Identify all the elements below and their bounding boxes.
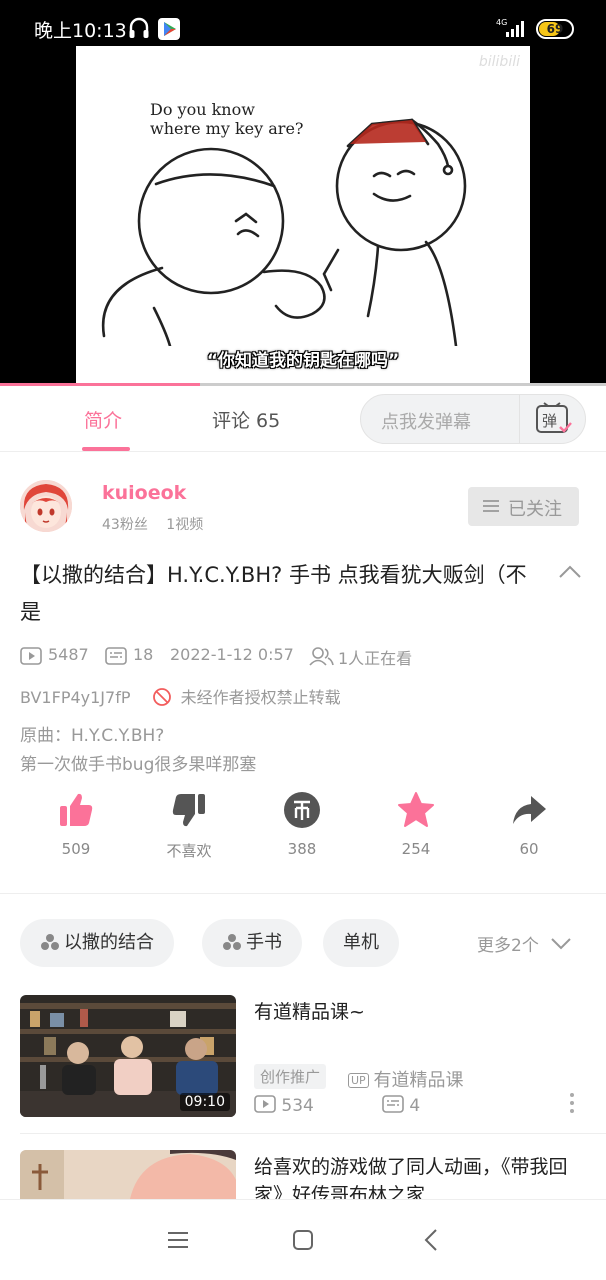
video-title: 【以撒的结合】H.Y.C.Y.BH? 手书 点我看犹大贩剑（不是 xyxy=(20,563,527,624)
menu-lines-icon xyxy=(483,500,499,512)
play-count-icon xyxy=(254,1095,276,1113)
more-tags-button[interactable]: 更多2个 xyxy=(477,931,572,956)
video-description: 原曲：H.Y.C.Y.BH? 第一次做手书bug很多果咩那塞 xyxy=(20,722,256,780)
thumbs-up-icon xyxy=(60,793,93,826)
thumbs-down-icon xyxy=(172,794,205,827)
up-name: 有道精品课 xyxy=(373,1070,464,1091)
battery-text: 69 xyxy=(546,22,564,36)
share-button[interactable]: 60 xyxy=(484,790,574,862)
bvid-row: BV1FP4y1J7fP 未经作者授权禁止转载 xyxy=(20,684,341,708)
no-repost-icon xyxy=(152,688,171,706)
related-video-title[interactable]: 给喜欢的游戏做了同人动画，《带我回家》好传哥布林之家 xyxy=(254,1153,594,1199)
tag-label: 单机 xyxy=(343,932,379,953)
tag-chip[interactable]: 以撒的结合 xyxy=(20,919,174,967)
tab-intro[interactable]: 简介 xyxy=(84,406,122,433)
danmaku-icon: 弹 xyxy=(536,402,572,433)
like-button[interactable]: 509 xyxy=(31,790,121,862)
coin-icon xyxy=(284,792,320,828)
related-video-title[interactable]: 有道精品课~ xyxy=(254,998,594,1026)
tag-cluster-icon xyxy=(223,934,241,950)
promo-badge: 创作推广 xyxy=(254,1064,327,1089)
video-duration: 09:10 xyxy=(179,1093,230,1111)
up-badge: UP 有道精品课 xyxy=(348,1066,463,1092)
uploader-video-count: 1视频 xyxy=(166,517,204,533)
tag-cluster-icon xyxy=(41,934,59,950)
tab-bar: 简介 评论 65 点我发弹幕 弹 xyxy=(0,386,606,452)
more-tags-label: 更多2个 xyxy=(477,936,539,956)
danmaku-count: 18 xyxy=(133,645,154,664)
watching-count: 1人正在看 xyxy=(338,649,413,668)
danmaku-input[interactable]: 点我发弹幕 弹 xyxy=(360,394,586,444)
coin-button[interactable]: 388 xyxy=(257,790,347,862)
star-icon xyxy=(398,792,434,827)
related-video-thumbnail[interactable] xyxy=(20,1150,236,1199)
viewers-icon xyxy=(309,647,334,666)
section-divider xyxy=(0,893,606,894)
video-player[interactable]: 晚上10:13 4G 69 bilibili Do you know where… xyxy=(0,0,606,386)
related-danmaku-count-value: 4 xyxy=(409,1096,421,1116)
svg-text:4G: 4G xyxy=(496,18,507,27)
uploader-fans: 43粉丝 xyxy=(102,517,148,533)
publish-date: 2022-1-12 0:57 xyxy=(170,645,294,664)
uploader-name[interactable]: kuioeok xyxy=(102,482,186,504)
tag-label: 以撒的结合 xyxy=(64,932,154,953)
favorite-button[interactable]: 254 xyxy=(371,790,461,862)
video-frame[interactable]: bilibili Do you know where my key are? “… xyxy=(76,46,530,386)
uploader-avatar[interactable] xyxy=(20,480,72,532)
chevron-down-icon xyxy=(551,938,571,950)
related-danmaku-count: 4 xyxy=(382,1094,420,1116)
system-nav-bar xyxy=(0,1199,606,1280)
favorite-count: 254 xyxy=(401,840,431,858)
list-divider xyxy=(20,1133,606,1134)
related-play-count-value: 534 xyxy=(281,1096,314,1116)
coin-count: 388 xyxy=(287,840,317,858)
play-store-icon xyxy=(158,18,180,40)
dislike-button[interactable]: 不喜欢 xyxy=(144,790,234,862)
like-count: 509 xyxy=(61,840,91,858)
back-icon[interactable] xyxy=(423,1228,439,1252)
cartoon-illustration xyxy=(101,118,467,346)
uploader-stats: 43粉丝 1视频 xyxy=(102,514,203,534)
tag-chip[interactable]: 手书 xyxy=(202,919,302,967)
share-count: 60 xyxy=(519,840,539,858)
related-play-count: 534 xyxy=(254,1094,314,1116)
play-count-icon xyxy=(20,647,42,665)
desc-line-2: 第一次做手书bug很多果咩那塞 xyxy=(20,755,257,775)
headset-icon xyxy=(129,17,149,38)
tag-label: 手书 xyxy=(246,932,282,953)
dislike-label: 不喜欢 xyxy=(166,842,212,860)
danmaku-settings-button[interactable]: 弹 xyxy=(519,395,585,443)
play-count: 5487 xyxy=(48,645,89,664)
related-video-thumbnail[interactable]: 09:10 xyxy=(20,995,236,1117)
danmaku-count-icon xyxy=(382,1095,404,1113)
tag-chip[interactable]: 单机 xyxy=(323,919,399,967)
signal-icon: 4G xyxy=(496,18,524,37)
share-icon xyxy=(513,796,546,824)
video-subtitle: “你知道我的钥匙在哪吗” xyxy=(206,351,400,371)
svg-text:弹: 弹 xyxy=(542,412,557,430)
tab-comments[interactable]: 评论 65 xyxy=(212,406,280,433)
up-badge-label: UP xyxy=(348,1073,369,1088)
battery-indicator: 69 xyxy=(536,19,574,39)
status-time: 晚上10:13 xyxy=(34,20,127,42)
follow-label: 已关注 xyxy=(508,499,562,520)
more-options-icon[interactable] xyxy=(567,1092,577,1114)
danmaku-placeholder: 点我发弹幕 xyxy=(381,412,471,433)
danmaku-count-icon xyxy=(105,647,127,665)
desc-line-1: 原曲：H.Y.C.Y.BH? xyxy=(20,726,165,746)
tab-indicator xyxy=(82,447,130,451)
copyright-notice: 未经作者授权禁止转载 xyxy=(180,688,341,707)
home-icon[interactable] xyxy=(292,1229,314,1251)
bvid: BV1FP4y1J7fP xyxy=(20,688,131,707)
chevron-up-icon[interactable] xyxy=(558,564,582,580)
menu-icon[interactable] xyxy=(167,1230,189,1250)
follow-button[interactable]: 已关注 xyxy=(468,487,579,526)
